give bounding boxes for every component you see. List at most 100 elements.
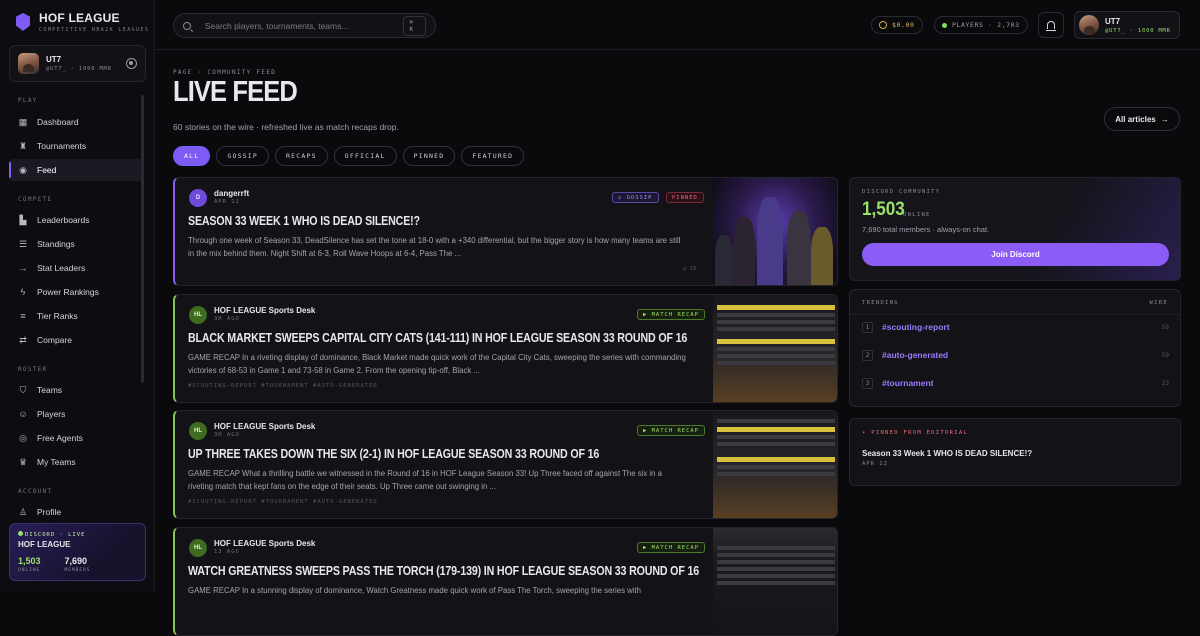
players-online-pill: PLAYERS · 2,703 [934,16,1028,34]
pinned-title[interactable]: Season 33 Week 1 WHO IS DEAD SILENCE!? [862,449,1032,458]
trending-item[interactable]: 3 #tournament 23 [862,373,1169,393]
sidebar-item-label: Tier Ranks [37,311,78,321]
sidebar-item-dashboard[interactable]: ▦ Dashboard [9,111,142,133]
target-icon: ◎ [19,432,27,443]
sidebar-item-label: Tournaments [37,141,87,151]
sidebar-item-profile[interactable]: ♙ Profile [9,501,142,523]
join-discord-button[interactable]: Join Discord [862,243,1169,266]
post-thumbnail-image [713,295,837,402]
post-excerpt: GAME RECAP What a thrilling battle we wi… [188,469,662,491]
section-label-play: PLAY [18,97,38,104]
sidebar-item-players[interactable]: ☺ Players [9,403,142,425]
arrow-right-icon: → [18,263,28,273]
pinned-editorial-panel[interactable]: • PINNED FROM EDITORIAL Season 33 Week 1… [849,418,1181,486]
standings-icon: ☰ [18,238,28,249]
gear-icon[interactable] [126,58,137,69]
sidebar-item-teams[interactable]: ⛉ Teams [9,379,142,401]
post-author[interactable]: HOF LEAGUE Sports Desk [214,306,315,315]
post-title[interactable]: SEASON 33 WEEK 1 WHO IS DEAD SILENCE!? [188,213,420,228]
author-avatar: HL [189,539,207,557]
league-logo-icon [16,13,30,31]
sidebar: HOF LEAGUE COMPETITIVE NBA2K LEAGUES UT7… [0,0,155,592]
trending-count: 23 [1161,379,1169,387]
bar-chart-icon: ▙ [19,214,27,225]
filter-official[interactable]: OFFICIAL [333,146,397,166]
sidebar-item-tier-ranks[interactable]: ≡ Tier Ranks [9,305,142,327]
trending-item[interactable]: 1 #scouting-report 59 [862,317,1169,337]
feed-post-card[interactable]: HL HOF LEAGUE Sports Desk 13 AGO ▶ MATCH… [173,527,838,636]
trending-rank: 3 [862,377,873,389]
filter-gossip[interactable]: GOSSIP [216,146,270,166]
discord-members-count: 7,690 [64,556,88,566]
trending-item[interactable]: 2 #auto-generated 59 [862,345,1169,365]
sidebar-item-feed[interactable]: ◉ Feed [9,159,142,181]
post-author[interactable]: HOF LEAGUE Sports Desk [214,539,315,548]
author-avatar: HL [189,306,207,324]
sidebar-item-label: Free Agents [37,433,83,443]
sidebar-item-my-teams[interactable]: ♛ My Teams [9,451,142,473]
community-online-label: ONLINE [903,212,931,218]
sidebar-discord-card[interactable]: DISCORD · LIVE HOF LEAGUE 1,503 ONLINE 7,… [9,523,146,581]
post-author[interactable]: HOF LEAGUE Sports Desk [214,422,315,431]
players-count: PLAYERS · 2,703 [952,21,1020,29]
sidebar-user-card[interactable]: UT7 @UT7_ · 1000 MMR [9,45,146,82]
filter-pinned[interactable]: PINNED [402,146,456,166]
divider [850,314,1180,315]
sidebar-item-leaderboards[interactable]: ▙ Leaderboards [9,209,142,231]
sidebar-item-label: Players [37,409,66,419]
header-user-menu[interactable]: UT7 @UT7_ · 1000 MMR [1074,11,1180,39]
search-bar[interactable]: ⌘ K [173,13,436,38]
discord-online-label: ONLINE [18,568,41,573]
sidebar-scrollbar[interactable] [141,95,144,383]
header-user-meta: @UT7_ · 1000 MMR [1105,27,1171,34]
notifications-button[interactable] [1038,12,1064,38]
layers-icon: ≡ [20,311,26,321]
sidebar-item-compare[interactable]: ⇄ Compare [9,329,142,351]
feed-post-card[interactable]: D dangerrft APR 12 ⌂ GOSSIP PINNED SEASO… [173,177,838,286]
trending-tag: #scouting-report [882,322,950,332]
sidebar-item-label: My Teams [37,457,76,467]
post-thumbnail-image [713,178,837,285]
sidebar-item-power-rankings[interactable]: ϟ Power Rankings [9,281,142,303]
discord-live-label: DISCORD · LIVE [18,531,137,538]
post-title[interactable]: WATCH GREATNESS SWEEPS PASS THE TORCH (1… [188,563,699,578]
trending-count: 59 [1161,323,1169,331]
feed-post-card[interactable]: HL HOF LEAGUE Sports Desk 3H AGO ▶ MATCH… [173,410,838,519]
sidebar-item-stat-leaders[interactable]: → Stat Leaders [9,257,142,279]
post-title[interactable]: UP THREE TAKES DOWN THE SIX (2-1) IN HOF… [188,446,599,461]
section-label-compete: COMPETE [18,196,53,203]
sidebar-item-standings[interactable]: ☰ Standings [9,233,142,255]
all-articles-button[interactable]: All articles → [1104,107,1180,131]
post-tags: #SCOUTING-REPORT #TOURNAMENT #AUTO-GENER… [188,499,378,505]
sidebar-item-label: Stat Leaders [37,263,86,273]
trending-tag: #tournament [882,378,934,388]
discord-server-name: HOF LEAGUE [18,540,71,549]
trending-label: TRENDING [862,300,899,306]
sidebar-item-label: Dashboard [37,117,79,127]
filter-featured[interactable]: FEATURED [461,146,525,166]
top-bar: ⌘ K $0.00 PLAYERS · 2,703 UT7 @UT7_ · 10… [156,0,1200,50]
filter-recaps[interactable]: RECAPS [275,146,328,166]
brand[interactable]: HOF LEAGUE COMPETITIVE NBA2K LEAGUES [16,11,149,33]
post-date: 13 AGO [214,549,240,555]
pinned-date: APR 12 [862,461,888,467]
search-input[interactable] [204,20,390,31]
coin-icon [879,21,887,29]
sidebar-item-label: Feed [37,165,57,175]
sidebar-item-label: Standings [37,239,75,249]
header-user-name: UT7 [1105,16,1121,26]
avatar [1079,15,1099,35]
sidebar-item-tournaments[interactable]: ♜ Tournaments [9,135,142,157]
bell-icon [1046,21,1056,31]
post-excerpt: GAME RECAP In a stunning display of domi… [188,586,642,595]
post-date: APR 12 [214,199,240,205]
post-title[interactable]: BLACK MARKET SWEEPS CAPITAL CITY CATS (1… [188,330,687,345]
filter-all[interactable]: ALL [173,146,211,166]
feed-post-card[interactable]: HL HOF LEAGUE Sports Desk 3H AGO ▶ MATCH… [173,294,838,403]
post-author[interactable]: dangerrft [214,189,249,198]
post-views: ◎ 19 [683,266,697,272]
discord-label-text: DISCORD · LIVE [25,532,86,538]
balance-pill[interactable]: $0.00 [871,16,923,34]
sidebar-item-free-agents[interactable]: ◎ Free Agents [9,427,142,449]
sidebar-item-label: Leaderboards [37,215,90,225]
